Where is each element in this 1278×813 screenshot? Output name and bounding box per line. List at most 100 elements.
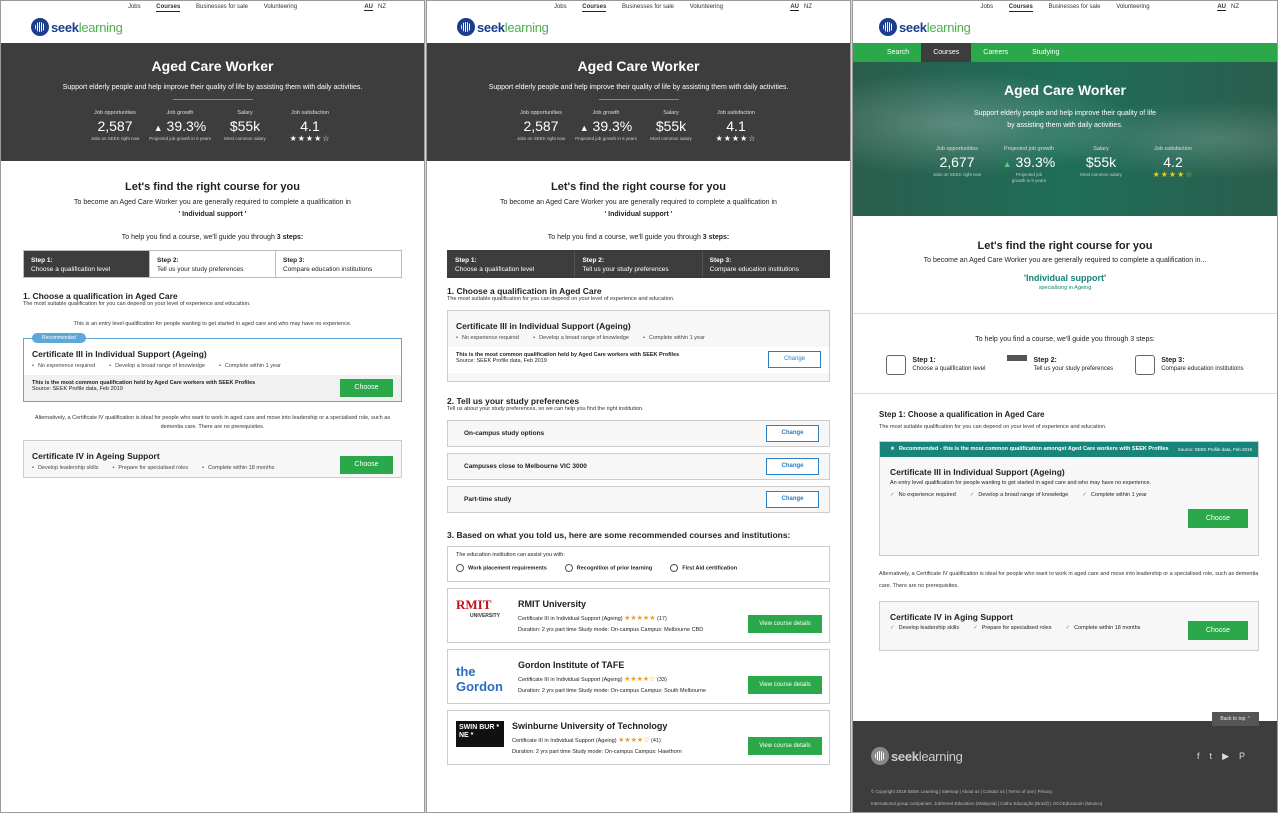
step-tracker: Step 1: Choose a qualification level Step… xyxy=(853,355,1277,375)
step-tracker: Step 1: Choose a qualification level Step… xyxy=(23,250,402,278)
back-to-top-button[interactable]: Back to top ⌃ xyxy=(1212,712,1259,726)
locale-nz[interactable]: NZ xyxy=(1231,4,1239,10)
pref-campus-location: Campuses close to Melbourne VIC 3000 Chan… xyxy=(447,453,830,480)
hero: Aged Care Worker Support elderly people … xyxy=(427,43,850,161)
step-tracker: Step 1: Choose a qualification level Step… xyxy=(447,250,830,278)
find-course-heading: Let's find the right course for you xyxy=(551,181,726,193)
rating-stars-icon: ★★★★☆ xyxy=(289,134,331,143)
change-pref-button[interactable]: Change xyxy=(766,425,819,442)
alt-text: Alternatively, a Certificate IV qualific… xyxy=(34,415,391,430)
recommended-banner: ★ Recommended - this is the most common q… xyxy=(880,442,1258,457)
stat-jobs: Job opportunities 2,587 Jobs on SEEK right… xyxy=(90,110,140,141)
footer-intl: International group companies: JobStreet… xyxy=(871,801,1103,806)
step-1[interactable]: Step 1: Choose a qualification level xyxy=(448,251,576,277)
cert3-card: ★ Recommended - this is the most common q… xyxy=(879,441,1259,556)
view-course-button[interactable]: View course details xyxy=(748,676,822,694)
footer: Back to top ⌃ seek learning ft▶P © Copyri… xyxy=(853,712,1277,812)
tab-search[interactable]: Search xyxy=(875,43,921,62)
stat-growth: Job growth ▲ 39.3% Projected job growth in… xyxy=(149,110,211,141)
nav-courses[interactable]: Courses xyxy=(1008,4,1033,12)
nav-courses[interactable]: Courses xyxy=(156,4,181,12)
tab-courses[interactable]: Courses xyxy=(921,43,972,62)
section-sub: The most suitable qualification for you … xyxy=(23,301,251,307)
change-pref-button[interactable]: Change xyxy=(766,491,819,508)
logo-icon xyxy=(31,18,49,36)
rating-stars-icon: ★★★★☆ xyxy=(1152,170,1194,179)
panel-redesign: Jobs Courses Businesses for sale Volunte… xyxy=(852,0,1278,813)
pinterest-icon[interactable]: P xyxy=(1239,751,1255,761)
seek-learning-logo[interactable]: seek learning xyxy=(457,18,549,36)
graduation-cap-icon xyxy=(1007,355,1028,375)
tab-studying[interactable]: Studying xyxy=(1020,43,1071,62)
chevron-up-icon: ⌃ xyxy=(1246,716,1251,722)
choose-cert3-button[interactable]: Choose xyxy=(340,379,393,397)
footer-links: © Copyright 2019 SEEK Learning | Sitemap… xyxy=(871,789,1053,794)
locale-au[interactable]: AU xyxy=(790,4,799,11)
step-3[interactable]: Step 3: Compare education institutions xyxy=(703,251,829,277)
up-arrow-icon: ▲ xyxy=(579,123,589,133)
entry-note: This is an entry level qualification for… xyxy=(73,321,352,327)
rating-stars-icon: ★★★★☆ xyxy=(618,737,650,744)
step-2[interactable]: Step 2: Tell us your study preferences xyxy=(150,251,276,277)
youtube-icon[interactable]: ▶ xyxy=(1222,751,1239,761)
locale-nz[interactable]: NZ xyxy=(804,4,812,10)
check-circle-icon xyxy=(670,564,679,572)
step-1[interactable]: Step 1: Choose a qualification level xyxy=(886,355,985,375)
nav-jobs[interactable]: Jobs xyxy=(128,4,141,10)
rmit-logo: RMIT UNIVERSITY xyxy=(456,597,501,619)
building-icon xyxy=(1135,355,1156,375)
divider xyxy=(172,99,253,100)
nav-volunteering[interactable]: Volunteering xyxy=(1116,4,1149,10)
rating-stars-icon: ★★★★☆ xyxy=(624,676,656,683)
cert4-card: Certificate IV in Aging Support Develop … xyxy=(879,601,1259,651)
nav-volunteering[interactable]: Volunteering xyxy=(264,4,297,10)
page-title: Aged Care Worker xyxy=(577,58,700,74)
stat-salary: Salary $55k Most common salary xyxy=(224,110,266,141)
institution-gordon: the Gordon Gordon Institute of TAFE Cert… xyxy=(447,649,830,704)
find-course-heading: Let's find the right course for you xyxy=(977,240,1153,252)
panel-step3: Jobs Courses Businesses for sale Volunte… xyxy=(426,0,851,813)
change-pref-button[interactable]: Change xyxy=(766,458,819,475)
seek-learning-logo[interactable]: seek learning xyxy=(31,18,123,36)
nav-jobs[interactable]: Jobs xyxy=(554,4,567,10)
twitter-icon[interactable]: t xyxy=(1210,751,1223,761)
facebook-icon[interactable]: f xyxy=(1197,751,1210,761)
page-title: Aged Care Worker xyxy=(151,58,274,74)
view-course-button[interactable]: View course details xyxy=(748,615,822,633)
step-3[interactable]: Step 3: Compare education institutions xyxy=(1135,355,1244,375)
step-2[interactable]: Step 2: Tell us your study preferences xyxy=(575,251,703,277)
step-3[interactable]: Step 3: Compare education institutions xyxy=(276,251,401,277)
nav-businesses[interactable]: Businesses for sale xyxy=(1048,4,1100,10)
recommended-badge: Recommended xyxy=(32,333,86,343)
choose-cert3-button[interactable]: Choose xyxy=(1188,509,1248,528)
guide-line: To help you find a course, we'll guide y… xyxy=(121,234,304,241)
nav-businesses[interactable]: Businesses for sale xyxy=(622,4,674,10)
logo-icon xyxy=(879,18,897,36)
tab-careers[interactable]: Careers xyxy=(971,43,1020,62)
certificate-icon xyxy=(886,355,907,375)
locale-nz[interactable]: NZ xyxy=(378,4,386,10)
nav-businesses[interactable]: Businesses for sale xyxy=(196,4,248,10)
stat-satisfaction: Job satisfaction 4.1 ★★★★☆ xyxy=(278,110,343,143)
step-1[interactable]: Step 1: Choose a qualification level xyxy=(24,251,150,277)
institution-swinburne: SWIN BUR * NE * Swinburne University of … xyxy=(447,710,830,765)
nav-jobs[interactable]: Jobs xyxy=(980,4,993,10)
step-2[interactable]: Step 2: Tell us your study preferences xyxy=(1007,355,1113,375)
view-course-button[interactable]: View course details xyxy=(748,737,822,755)
rating-stars-icon: ★★★★★ xyxy=(624,615,656,622)
locale-au[interactable]: AU xyxy=(1217,4,1226,11)
nav-courses[interactable]: Courses xyxy=(582,4,607,12)
qualification-name: ' Individual support ' xyxy=(178,211,247,218)
seek-learning-logo[interactable]: seek learning xyxy=(879,18,971,36)
hero: Aged Care Worker Support elderly people … xyxy=(853,62,1277,216)
change-qualification-button[interactable]: Change xyxy=(768,351,821,368)
up-arrow-icon: ▲ xyxy=(153,123,163,133)
footer-logo[interactable]: seek learning xyxy=(871,747,963,765)
nav-volunteering[interactable]: Volunteering xyxy=(690,4,723,10)
check-circle-icon xyxy=(456,564,464,572)
cert3-card: Certificate III in Individual Support (A… xyxy=(447,310,830,382)
locale-au[interactable]: AU xyxy=(364,4,373,11)
up-arrow-icon: ▲ xyxy=(1002,159,1012,169)
choose-cert4-button[interactable]: Choose xyxy=(1188,621,1248,640)
choose-cert4-button[interactable]: Choose xyxy=(340,456,393,474)
